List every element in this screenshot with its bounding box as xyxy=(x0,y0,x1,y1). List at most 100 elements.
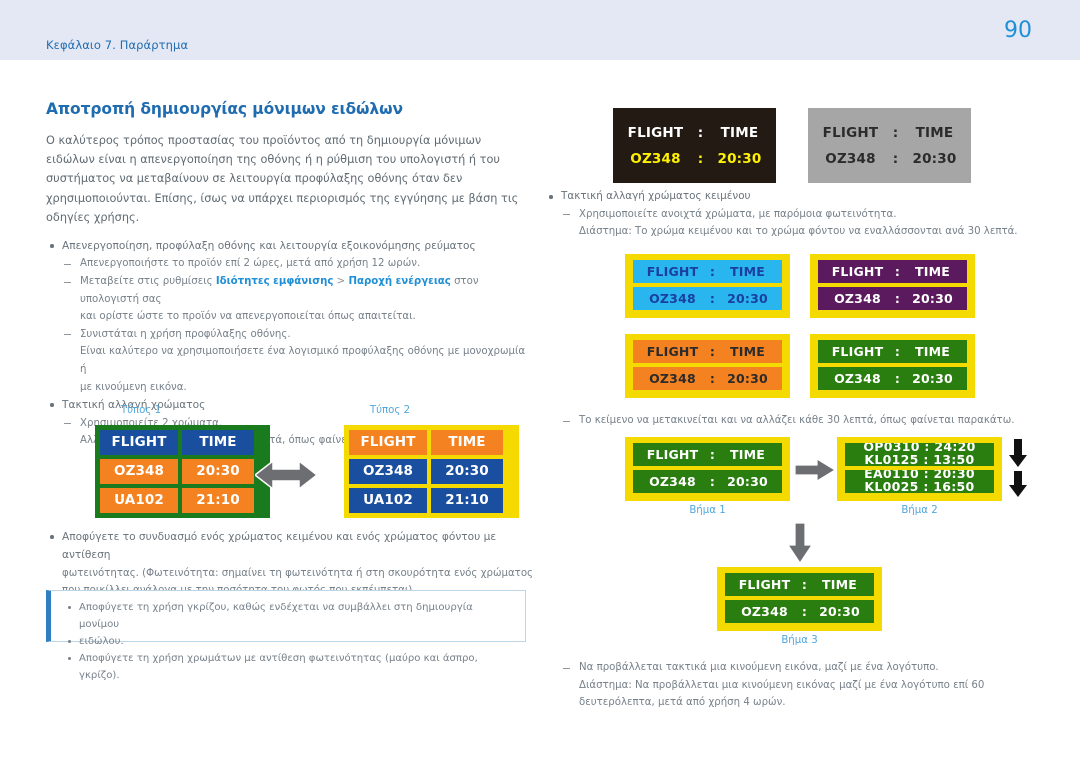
arrow-right-icon xyxy=(794,457,837,485)
panel-label-time: TIME xyxy=(915,344,950,359)
list-item-continuation: ειδώλου. xyxy=(65,633,515,650)
page-title: Αποτροπή δημιουργίας μόνιμων ειδώλων xyxy=(46,100,403,118)
table-row: OZ348 20:30 xyxy=(100,459,265,484)
table-cell-time: 20:30 xyxy=(182,459,254,484)
table-header-time: TIME xyxy=(431,430,503,455)
panel-label-flight: FLIGHT xyxy=(646,264,699,279)
panel-label-flight: FLIGHT xyxy=(646,447,699,462)
page-header: Κεφάλαιο 7. Παράρτημα 90 xyxy=(0,0,1080,60)
panel-value-flight: OZ348 xyxy=(834,291,881,306)
type2-label: Τύπος 2 xyxy=(369,405,411,416)
panel-colon: : xyxy=(892,124,899,141)
table-row: UA102 21:10 xyxy=(349,488,514,513)
table-header-time: TIME xyxy=(182,430,254,455)
panel-value-time: 20:30 xyxy=(819,604,860,619)
panel-header-row: FLIGHT : TIME xyxy=(633,443,782,466)
inline-link-power-supply[interactable]: Παροχή ενέργειας xyxy=(348,276,450,287)
panel-label-flight: FLIGHT xyxy=(646,344,699,359)
list-item: Χρησιμοποιείτε ανοιχτά χρώματα, με παρόμ… xyxy=(545,206,1045,224)
flight-panel-dark: FLIGHT : TIME OZ348 : 20:30 xyxy=(613,108,776,183)
panel-label-flight: FLIGHT xyxy=(831,264,884,279)
text-separator: > xyxy=(333,276,349,288)
color-variation-grid: FLIGHT : TIME OZ348 : 20:30 FLIGHT : TIM… xyxy=(625,254,975,402)
panel-colon: : xyxy=(709,344,716,359)
panel-label-time: TIME xyxy=(730,344,765,359)
list-item: Αποφύγετε το συνδυασμό ενός χρώματος κει… xyxy=(46,528,536,565)
flight-panel-orange: FLIGHT : TIME OZ348 : 20:30 xyxy=(625,334,790,398)
panel-label-time: TIME xyxy=(730,264,765,279)
panel-colon: : xyxy=(697,124,704,141)
text-fragment: Μεταβείτε στις ρυθμίσεις xyxy=(80,276,216,288)
table-row: FLIGHT TIME xyxy=(100,430,265,455)
panel-data-row: OZ348 : 20:30 xyxy=(818,367,967,390)
list-item: Διάστημα: Να προβάλλεται μια κινούμενη ε… xyxy=(579,679,985,691)
arrow-down-icon xyxy=(1009,439,1027,503)
list-item: με κινούμενη εικόνα. xyxy=(80,381,187,393)
panel-value-flight: OZ348 xyxy=(649,474,696,489)
table-header-flight: FLIGHT xyxy=(349,430,427,455)
list-item: Αποφύγετε τη χρήση γκρίζου, καθώς ενδέχε… xyxy=(65,599,515,633)
document-page: Κεφάλαιο 7. Παράρτημα 90 Αποτροπή δημιου… xyxy=(0,0,1080,763)
panel-colon: : xyxy=(892,150,899,167)
table-cell-flight: UA102 xyxy=(100,488,178,513)
step2-label: Βήμα 2 xyxy=(901,505,938,516)
table-cell-flight: OZ348 xyxy=(100,459,178,484)
panel-colon: : xyxy=(894,371,901,386)
table-cell-time: 20:30 xyxy=(431,459,503,484)
list-item: Απενεργοποίηση, προφύλαξη οθόνης και λει… xyxy=(46,237,526,255)
panel-colon: : xyxy=(894,264,901,279)
panel-value-flight: OZ348 xyxy=(741,604,788,619)
table-cell-time: 21:10 xyxy=(182,488,254,513)
panel-data-row: OZ348 : 20:30 xyxy=(633,470,782,493)
panel-value-time: 20:30 xyxy=(727,474,768,489)
panel-colon: : xyxy=(801,604,808,619)
flight-table-type2: FLIGHT TIME OZ348 20:30 UA102 21:10 xyxy=(344,425,519,518)
panel-header-row: FLIGHT : TIME xyxy=(818,340,967,363)
list-item: Διάστημα: Το χρώμα κειμένου και το χρώμα… xyxy=(579,226,1018,238)
list-item: Μεταβείτε στις ρυθμίσεις Ιδιότητες εμφάν… xyxy=(46,273,526,308)
step2-panel: OP0310 : 24:20 KL0125 : 13:50 EA0110 : 2… xyxy=(837,437,1002,501)
panel-label-flight: FLIGHT xyxy=(831,344,884,359)
panel-value-time: 20:30 xyxy=(727,371,768,386)
table-cell-time: 21:10 xyxy=(431,488,503,513)
inline-link-display-properties[interactable]: Ιδιότητες εμφάνισης xyxy=(216,276,334,287)
page-number: 90 xyxy=(1004,18,1032,43)
table-cell-flight: UA102 xyxy=(349,488,427,513)
panel-label-flight: FLIGHT xyxy=(822,124,879,141)
panel-scroll-row-bottom: EA0110 : 20:30 KL0025 : 16:50 xyxy=(845,470,994,493)
scroll-text-line: KL0025 : 16:50 xyxy=(864,479,975,493)
panel-value-flight: OZ348 xyxy=(825,150,876,167)
panel-data-row: OZ348 : 20:30 xyxy=(818,287,967,310)
panel-value-flight: OZ348 xyxy=(649,371,696,386)
step1-panel: FLIGHT : TIME OZ348 : 20:30 xyxy=(625,437,790,501)
table-row: OZ348 20:30 xyxy=(349,459,514,484)
panel-value-flight: OZ348 xyxy=(649,291,696,306)
panel-colon: : xyxy=(709,291,716,306)
step1-label: Βήμα 1 xyxy=(689,505,726,516)
list-item: και ορίστε ώστε το προϊόν να απενεργοποι… xyxy=(80,311,416,323)
panel-colon: : xyxy=(697,150,704,167)
list-item: Είναι καλύτερο να χρησιμοποιήσετε ένα λο… xyxy=(80,346,526,375)
panel-colon: : xyxy=(709,371,716,386)
panel-value-flight: OZ348 xyxy=(630,150,681,167)
flight-panel-gray: FLIGHT : TIME OZ348 : 20:30 xyxy=(808,108,971,183)
list-item: Τακτική αλλαγή χρώματος κειμένου xyxy=(545,188,1045,206)
panel-colon: : xyxy=(709,474,716,489)
panel-value-time: 20:30 xyxy=(912,150,957,167)
list-item: Συνιστάται η χρήση προφύλαξης οθόνης. xyxy=(46,326,526,344)
panel-value-time: 20:30 xyxy=(912,371,953,386)
panel-colon: : xyxy=(801,577,808,592)
flight-table-type1: FLIGHT TIME OZ348 20:30 UA102 21:10 xyxy=(95,425,270,518)
flight-panel-cyan: FLIGHT : TIME OZ348 : 20:30 xyxy=(625,254,790,318)
panel-data-row: OZ348 : 20:30 xyxy=(619,146,771,172)
panel-header-row: FLIGHT : TIME xyxy=(725,573,874,596)
panel-label-flight: FLIGHT xyxy=(627,124,684,141)
list-item: φωτεινότητας. (Φωτεινότητα: σημαίνει τη … xyxy=(62,567,534,579)
panel-value-flight: OZ348 xyxy=(834,371,881,386)
list-item: Αποφύγετε τη χρήση χρωμάτων με αντίθεση … xyxy=(65,650,515,684)
panel-colon: : xyxy=(709,264,716,279)
panel-header-row: FLIGHT : TIME xyxy=(633,340,782,363)
callout-box: Αποφύγετε τη χρήση γκρίζου, καθώς ενδέχε… xyxy=(46,590,526,681)
list-item: Το κείμενο να μετακινείται και να αλλάζε… xyxy=(545,412,1045,430)
panel-colon: : xyxy=(709,447,716,462)
